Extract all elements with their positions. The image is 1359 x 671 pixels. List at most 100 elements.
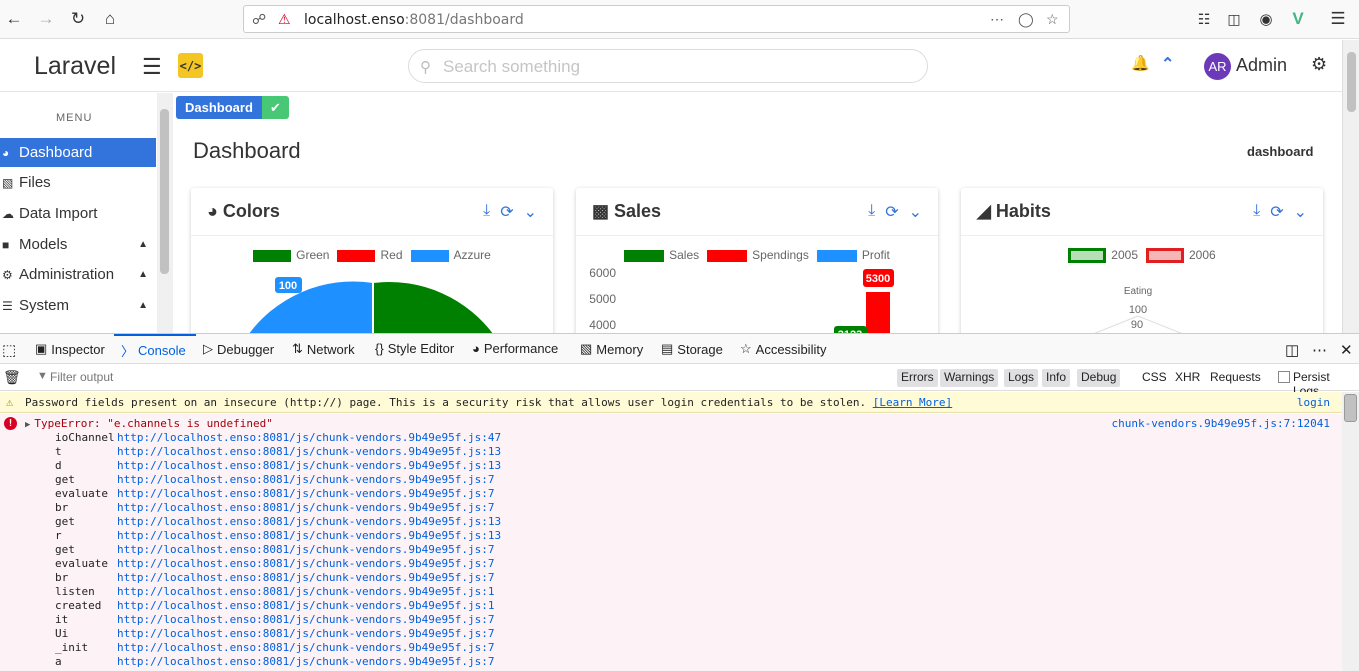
data-label: 100 (279, 280, 297, 292)
vue-devtools-icon[interactable]: V (1286, 7, 1310, 31)
shield-icon[interactable]: ☍ (252, 11, 266, 28)
hamburger-menu-icon[interactable]: ☰ (1326, 7, 1350, 31)
bell-icon[interactable]: 🔔 (1131, 54, 1150, 72)
stack-frame-link[interactable]: http://localhost.enso:8081/js/chunk-vend… (117, 557, 495, 571)
stack-frame-function: it (55, 613, 69, 626)
stack-frame-link[interactable]: http://localhost.enso:8081/js/chunk-vend… (117, 613, 495, 627)
insecure-lock-icon[interactable]: ⚠ (278, 11, 291, 28)
stack-frame-function: t (55, 445, 62, 458)
chevron-up-icon[interactable]: ⌃ (1161, 54, 1174, 74)
stack-frame-function: evaluate (55, 557, 108, 570)
stack-frame-link[interactable]: http://localhost.enso:8081/js/chunk-vend… (117, 655, 495, 669)
page-actions-icon[interactable]: ⋯ (990, 11, 1004, 28)
forward-icon[interactable]: → (34, 7, 58, 31)
stack-frame-link[interactable]: http://localhost.enso:8081/js/chunk-vend… (117, 473, 495, 487)
responsive-design-icon[interactable]: ◫ (1285, 341, 1299, 359)
stack-frame-link[interactable]: http://localhost.enso:8081/js/chunk-vend… (117, 543, 495, 557)
user-name[interactable]: Admin (1236, 55, 1287, 76)
element-picker-icon[interactable]: ⬚ (2, 341, 16, 359)
filter-errors-button[interactable]: Errors (897, 369, 938, 387)
filter-xhr-button[interactable]: XHR (1175, 370, 1200, 384)
sidebar-item-administration[interactable]: ⚙ Administration ▲ (0, 260, 156, 289)
sidebar-item-data-import[interactable]: ☁ Data Import (0, 199, 156, 228)
url-bar[interactable]: ☍ ⚠ localhost.enso:8081/dashboard ⋯ ◯ ☆ (243, 5, 1070, 33)
sidebar-toggle-icon[interactable]: ◫ (1222, 7, 1246, 31)
sidebar-item-system[interactable]: ☰ System ▲ (0, 291, 156, 320)
filter-input[interactable]: Filter output (50, 370, 113, 384)
warning-message: Password fields present on an insecure (… (25, 396, 953, 409)
tab-dashboard[interactable]: Dashboard ✔ (176, 96, 289, 119)
y-tick-label: 4000 (589, 318, 616, 332)
filter-warnings-button[interactable]: Warnings (940, 369, 999, 387)
warning-source-link[interactable]: login (1297, 396, 1330, 409)
more-options-icon[interactable]: ⋯ (1312, 341, 1327, 359)
home-icon[interactable]: ⌂ (98, 7, 122, 31)
pocket-icon[interactable]: ◯ (1018, 11, 1034, 28)
stack-frame-link[interactable]: http://localhost.enso:8081/js/chunk-vend… (117, 445, 501, 459)
sidebar-item-dashboard[interactable]: ◕ Dashboard (0, 138, 156, 167)
page-title: Dashboard (193, 138, 301, 163)
stack-frame-link[interactable]: http://localhost.enso:8081/js/chunk-vend… (117, 627, 495, 641)
hamburger-icon[interactable]: ☰ (142, 54, 162, 80)
search-icon: ⚲ (420, 59, 431, 76)
filter-css-button[interactable]: CSS (1142, 370, 1167, 384)
back-icon[interactable]: ← (2, 7, 26, 31)
scrollbar-thumb[interactable] (1344, 394, 1357, 422)
console-scrollbar[interactable] (1342, 392, 1359, 671)
page-scrollbar[interactable] (1342, 40, 1359, 333)
scrollbar-thumb[interactable] (160, 109, 169, 274)
filter-icon: ▼ (37, 370, 48, 382)
browser-toolbar: ← → ↻ ⌂ ☍ ⚠ localhost.enso:8081/dashboar… (0, 0, 1359, 39)
sidebar-item-models[interactable]: ■ Models ▲ (0, 230, 156, 259)
stack-frame-link[interactable]: http://localhost.enso:8081/js/chunk-vend… (117, 571, 495, 585)
expand-triangle-icon[interactable]: ▶ (25, 420, 30, 430)
reload-icon[interactable]: ↻ (66, 7, 90, 31)
trash-icon[interactable]: 🗑 (3, 369, 21, 386)
scrollbar-thumb[interactable] (1347, 52, 1356, 112)
accessibility-icon: ☆ (740, 341, 752, 356)
persist-logs-checkbox[interactable] (1278, 371, 1290, 383)
stack-frame-link[interactable]: http://localhost.enso:8081/js/chunk-vend… (117, 515, 501, 529)
search-input[interactable]: ⚲ Search something (408, 49, 928, 83)
stack-frame: created http://localhost.enso:8081/js/chu… (55, 599, 501, 613)
filter-requests-button[interactable]: Requests (1210, 370, 1261, 384)
tab-storage[interactable]: ▤ Storage (661, 341, 723, 357)
bookmark-star-icon[interactable]: ☆ (1046, 11, 1059, 28)
tab-style-editor[interactable]: {} Style Editor (375, 341, 454, 356)
code-icon[interactable]: </> (178, 53, 203, 78)
stack-frame-link[interactable]: http://localhost.enso:8081/js/chunk-vend… (117, 487, 495, 501)
tab-accessibility[interactable]: ☆ Accessibility (740, 341, 826, 357)
stack-frame-link[interactable]: http://localhost.enso:8081/js/chunk-vend… (117, 641, 495, 655)
url-text[interactable]: localhost.enso:8081/dashboard (304, 12, 524, 28)
stack-frame-link[interactable]: http://localhost.enso:8081/js/chunk-vend… (117, 459, 501, 473)
tab-network[interactable]: ⇅ Network (292, 341, 355, 357)
filter-info-button[interactable]: Info (1042, 369, 1071, 387)
filter-logs-button[interactable]: Logs (1004, 369, 1039, 387)
sidebar-scrollbar[interactable] (157, 93, 173, 333)
brand-logo[interactable]: Laravel (34, 52, 116, 81)
sidebar-item-label: Models (19, 236, 68, 253)
close-icon[interactable]: ✕ (1340, 341, 1353, 359)
error-source-link[interactable]: chunk-vendors.9b49e95f.js:7:12041 (1111, 417, 1330, 430)
stack-frame: evaluate http://localhost.enso:8081/js/ch… (55, 487, 501, 501)
stack-frame-link[interactable]: http://localhost.enso:8081/js/chunk-vend… (117, 501, 495, 515)
avatar[interactable]: AR (1204, 53, 1231, 80)
sidebar-item-files[interactable]: ▧ Files (0, 168, 156, 197)
tab-memory[interactable]: ▧ Memory (580, 341, 643, 357)
stack-frame: listen http://localhost.enso:8081/js/chun… (55, 585, 501, 599)
stack-frame-link[interactable]: http://localhost.enso:8081/js/chunk-vend… (117, 529, 501, 543)
tab-inspector[interactable]: ▣ Inspector (35, 341, 105, 357)
account-icon[interactable]: ◉ (1254, 7, 1278, 31)
tab-performance[interactable]: ◕ Performance (472, 341, 558, 356)
learn-more-link[interactable]: [Learn More] (873, 396, 952, 409)
stack-frame-link[interactable]: http://localhost.enso:8081/js/chunk-vend… (117, 431, 501, 445)
error-message[interactable]: ▶ TypeError: "e.channels is undefined" (25, 417, 273, 430)
settings-gears-icon[interactable]: ⚙ (1311, 54, 1327, 75)
tab-debugger[interactable]: ▷ Debugger (203, 341, 274, 357)
stack-frame: t http://localhost.enso:8081/js/chunk-ven… (55, 445, 501, 459)
filter-debug-button[interactable]: Debug (1077, 369, 1121, 387)
stack-frame-link[interactable]: http://localhost.enso:8081/js/chunk-vend… (117, 585, 495, 599)
stack-frame-link[interactable]: http://localhost.enso:8081/js/chunk-vend… (117, 599, 495, 613)
library-icon[interactable]: ☷ (1192, 7, 1216, 31)
tab-console[interactable]: 〉 Console (121, 341, 186, 360)
